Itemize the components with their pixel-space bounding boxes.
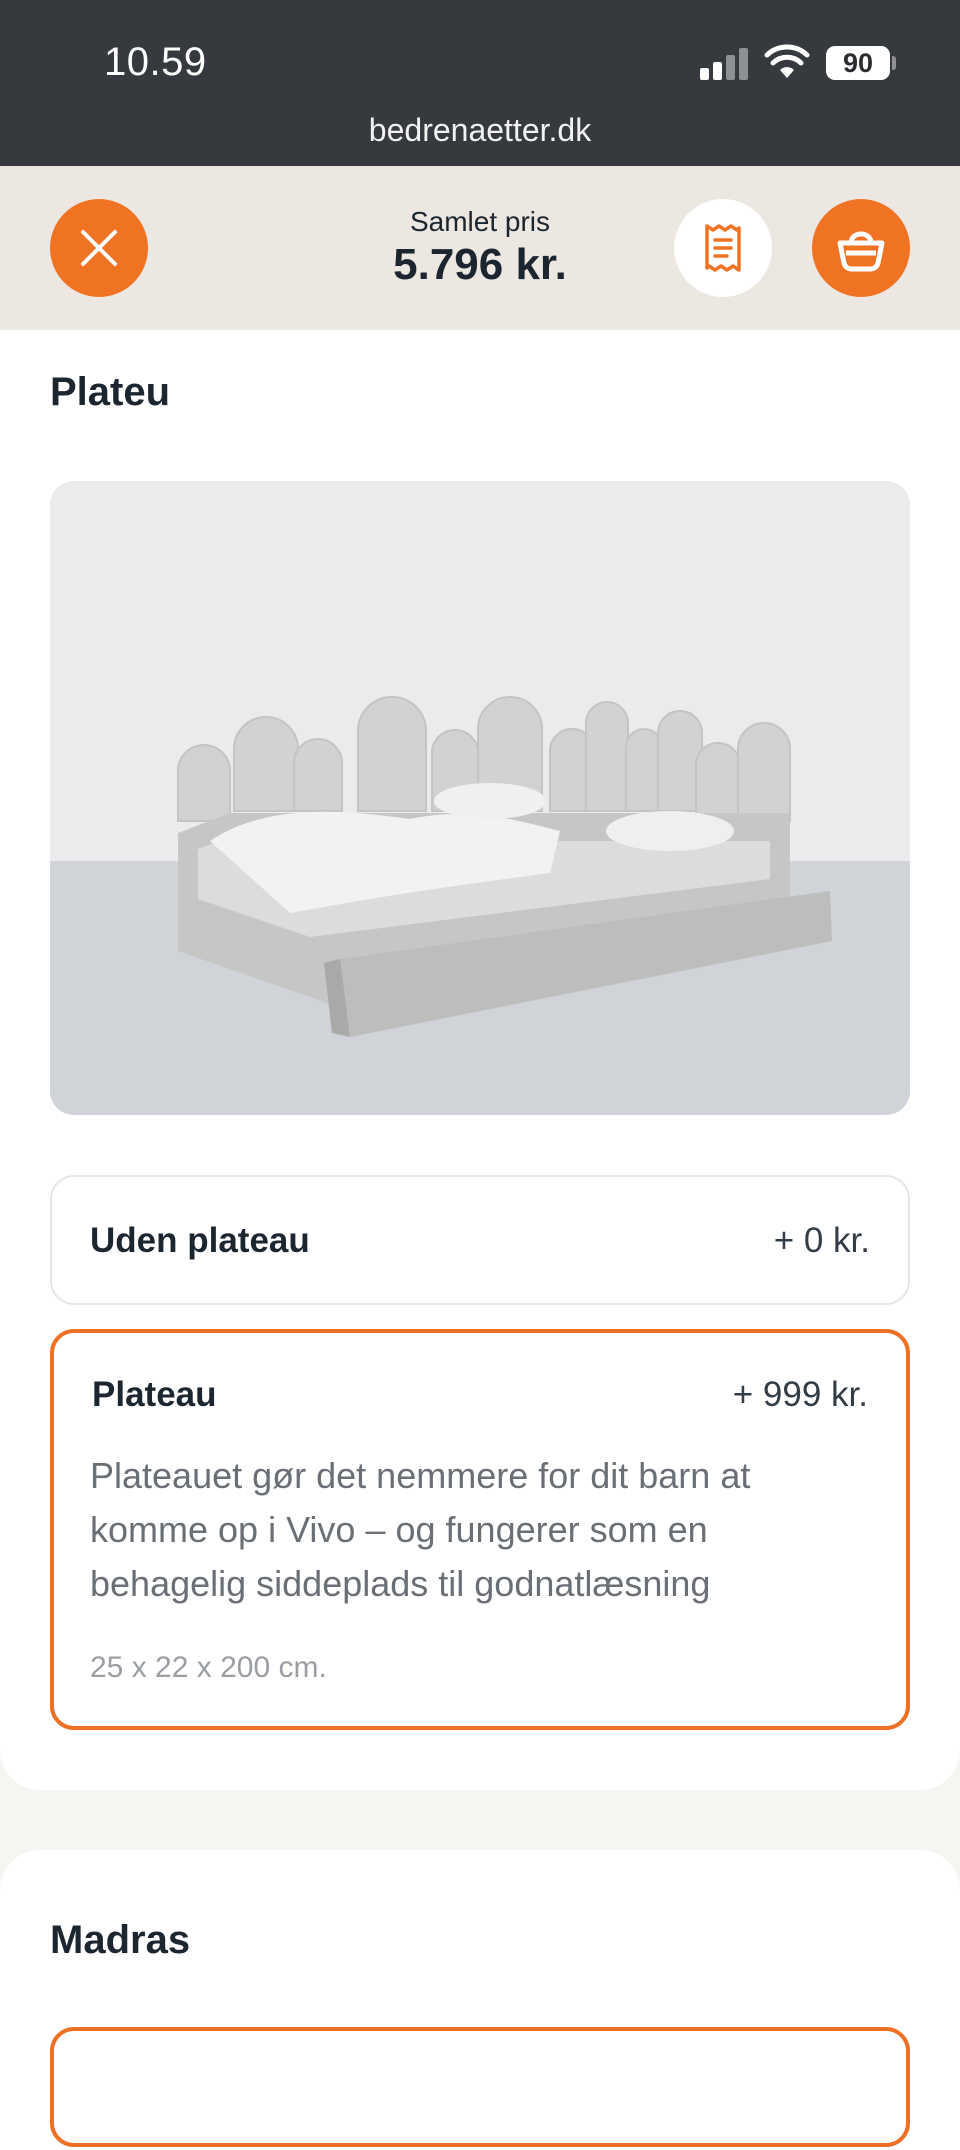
option-dimensions: 25 x 22 x 200 cm.: [90, 1651, 327, 1684]
basket-icon: [837, 231, 885, 272]
option-price: + 0 kr.: [773, 1221, 870, 1260]
battery-level: 90: [826, 46, 890, 80]
plateau-section: Plateu Uden plateau + 0 kr. Plateau + 99…: [0, 330, 960, 1790]
status-bar: 10.59 90 bedrenaetter.dk: [0, 0, 960, 166]
battery-tip: [892, 56, 896, 70]
option-title: Uden plateau: [90, 1221, 310, 1260]
address-bar-url[interactable]: bedrenaetter.dk: [0, 112, 960, 149]
close-button[interactable]: [50, 199, 148, 297]
total-price-value: 5.796 kr.: [393, 240, 567, 289]
total-price-label: Samlet pris: [409, 206, 551, 237]
option-plateau[interactable]: Plateau + 999 kr. Plateauet gør det nemm…: [50, 1329, 910, 1730]
cellular-signal-icon: [700, 46, 752, 80]
wifi-icon: [764, 44, 810, 78]
receipt-icon: [705, 224, 741, 272]
mattress-section: Madras: [0, 1850, 960, 2150]
option-title: Plateau: [92, 1375, 217, 1414]
close-icon: [81, 230, 117, 266]
status-time: 10.59: [104, 40, 207, 84]
basket-button[interactable]: [812, 199, 910, 297]
mattress-option[interactable]: [50, 2027, 910, 2147]
section-title: Madras: [50, 1918, 191, 1962]
option-price: + 999 kr.: [732, 1375, 868, 1414]
receipt-button[interactable]: [674, 199, 772, 297]
option-no-plateau[interactable]: Uden plateau + 0 kr.: [50, 1175, 910, 1305]
configurator-header: Samlet pris 5.796 kr.: [0, 166, 960, 330]
product-image: [50, 481, 910, 1115]
section-title: Plateu: [50, 370, 171, 414]
option-description: Plateauet gør det nemmere for dit barn a…: [90, 1455, 751, 1604]
